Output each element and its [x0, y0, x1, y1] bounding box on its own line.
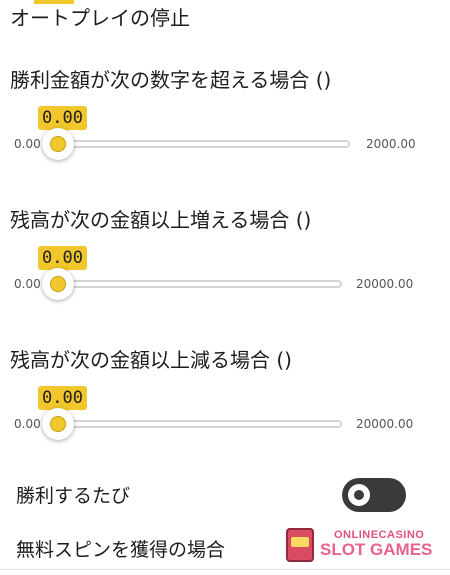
- slider-track[interactable]: [48, 420, 342, 428]
- slider-thumb[interactable]: [42, 128, 74, 160]
- stop-on-any-win-label: 勝利するたび: [16, 485, 131, 507]
- bottom-edge: [0, 569, 450, 575]
- site-watermark: ONLINECASINO SLOT GAMES: [282, 524, 442, 568]
- slider-max-label: 2000.00: [366, 137, 416, 151]
- stop-on-win-exceeds-section: 勝利金額が次の数字を超える場合 () 0.00 0.00 2000.00: [0, 66, 450, 176]
- stop-on-free-spins-label: 無料スピンを獲得の場合: [16, 539, 226, 561]
- slider-track[interactable]: [48, 280, 342, 288]
- stop-on-any-win-row: 勝利するたび: [0, 478, 450, 514]
- slider-value-badge: 0.00: [38, 106, 87, 136]
- slider-min-label: 0.00: [14, 137, 41, 151]
- slot-machine-icon: [286, 528, 314, 562]
- page-title: オートプレイの停止: [10, 6, 190, 30]
- stop-on-win-exceeds-slider[interactable]: 0.00 0.00 2000.00: [0, 102, 450, 174]
- slider-max-label: 20000.00: [356, 417, 414, 431]
- slider-max-label: 20000.00: [356, 277, 414, 291]
- stop-on-balance-decrease-label: 残高が次の金額以上減る場合 (): [10, 348, 292, 372]
- watermark-line2: SLOT GAMES: [320, 540, 433, 559]
- stop-on-any-win-toggle[interactable]: [342, 478, 406, 512]
- stop-on-balance-increase-slider[interactable]: 0.00 0.00 20000.00: [0, 242, 450, 314]
- slider-track[interactable]: [48, 140, 350, 148]
- stop-on-balance-decrease-section: 残高が次の金額以上減る場合 () 0.00 0.00 20000.00: [0, 346, 450, 456]
- stop-on-win-exceeds-label: 勝利金額が次の数字を超える場合 (): [10, 68, 332, 92]
- slider-value-badge: 0.00: [38, 246, 87, 276]
- slider-min-label: 0.00: [14, 277, 41, 291]
- stop-on-balance-increase-section: 残高が次の金額以上増える場合 () 0.00 0.00 20000.00: [0, 206, 450, 316]
- stop-on-balance-increase-label: 残高が次の金額以上増える場合 (): [10, 208, 312, 232]
- slider-thumb[interactable]: [42, 408, 74, 440]
- slider-thumb[interactable]: [42, 268, 74, 300]
- slider-value-badge: 0.00: [38, 386, 87, 416]
- toggle-knob: [348, 484, 370, 506]
- stop-on-balance-decrease-slider[interactable]: 0.00 0.00 20000.00: [0, 382, 450, 454]
- slider-min-label: 0.00: [14, 417, 41, 431]
